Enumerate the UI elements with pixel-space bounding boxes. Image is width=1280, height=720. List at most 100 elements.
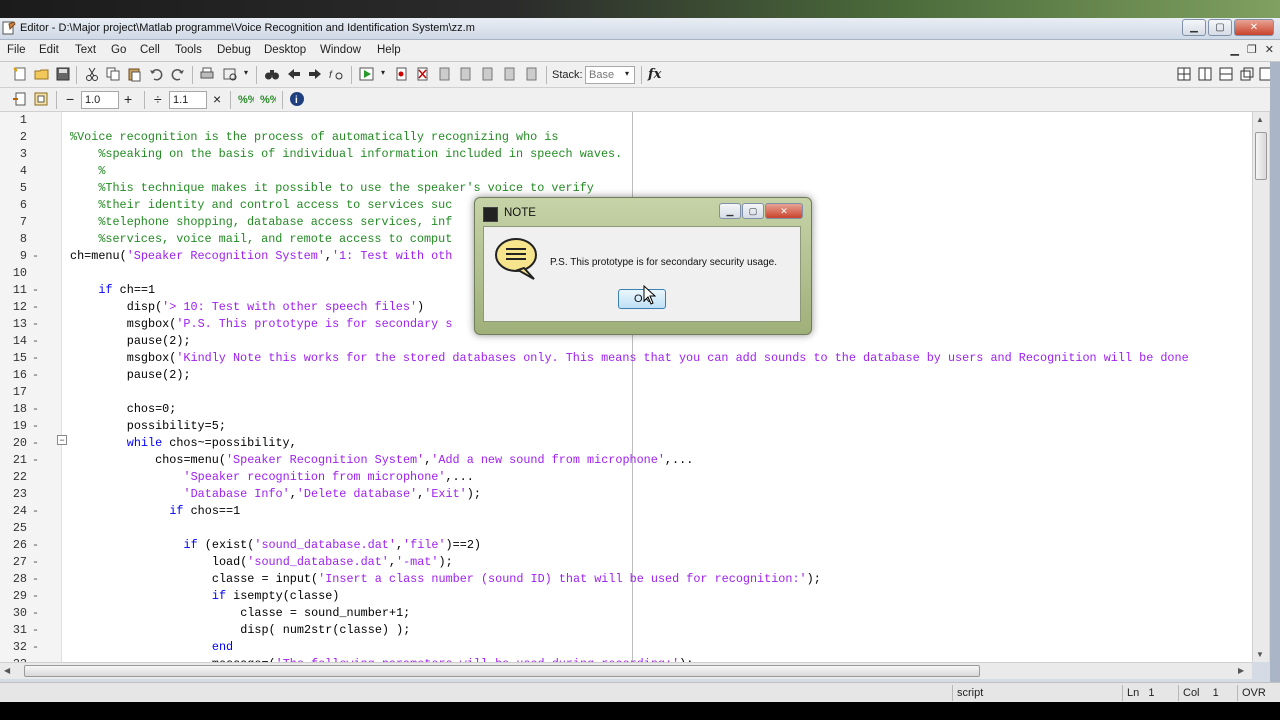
tile-vertical-icon[interactable] xyxy=(1197,66,1213,82)
menu-debug[interactable]: Debug xyxy=(217,44,251,56)
code-text[interactable]: %services, voice mail, and remote access… xyxy=(70,231,452,248)
code-text[interactable]: %their identity and control access to se… xyxy=(70,197,452,214)
multiply-button[interactable]: × xyxy=(213,91,221,107)
code-text[interactable]: msgbox('P.S. This prototype is for secon… xyxy=(70,316,453,333)
code-line[interactable]: 25 xyxy=(0,520,1252,537)
breakpoint-marker[interactable]: - xyxy=(32,367,40,384)
new-file-icon[interactable] xyxy=(12,66,28,82)
back-arrow-icon[interactable] xyxy=(286,66,302,82)
breakpoint-marker[interactable]: - xyxy=(32,622,40,639)
breakpoint-marker[interactable]: - xyxy=(32,401,40,418)
menu-text[interactable]: Text xyxy=(75,44,96,56)
code-text[interactable]: pause(2); xyxy=(70,367,191,384)
code-line[interactable]: 14- pause(2); xyxy=(0,333,1252,350)
fold-toggle-icon[interactable]: − xyxy=(57,435,67,445)
copy-icon[interactable] xyxy=(105,66,121,82)
code-line[interactable]: 32- end xyxy=(0,639,1252,656)
forward-arrow-icon[interactable] xyxy=(307,66,323,82)
code-line[interactable]: 26- if (exist('sound_database.dat','file… xyxy=(0,537,1252,554)
breakpoint-marker[interactable]: - xyxy=(32,333,40,350)
code-text[interactable]: if isempty(classe) xyxy=(70,588,340,605)
maximize-button[interactable]: ▢ xyxy=(1208,19,1232,36)
find-binoculars-icon[interactable] xyxy=(264,66,280,82)
undo-icon[interactable] xyxy=(148,66,164,82)
breakpoint-marker[interactable]: - xyxy=(32,435,40,452)
code-line[interactable]: 29- if isempty(classe) xyxy=(0,588,1252,605)
dropdown-arrow-icon[interactable]: ▾ xyxy=(244,68,248,77)
code-line[interactable]: 3 %speaking on the basis of individual i… xyxy=(0,146,1252,163)
cut-icon[interactable] xyxy=(84,66,100,82)
menu-edit[interactable]: Edit xyxy=(39,44,59,56)
horizontal-scroll-thumb[interactable] xyxy=(24,665,980,677)
code-line[interactable]: 20- while chos~=possibility, xyxy=(0,435,1252,452)
dialog-close-button[interactable]: ✕ xyxy=(765,203,803,219)
dialog-maximize-button[interactable]: ▢ xyxy=(742,203,764,219)
code-text[interactable]: classe = sound_number+1; xyxy=(70,605,410,622)
insert-cell-icon[interactable] xyxy=(12,91,28,107)
breakpoint-marker[interactable]: - xyxy=(32,248,40,265)
breakpoint-marker[interactable]: - xyxy=(32,418,40,435)
menu-window[interactable]: Window xyxy=(320,44,361,56)
breakpoint-marker[interactable]: - xyxy=(32,537,40,554)
code-line[interactable]: 15- msgbox('Kindly Note this works for t… xyxy=(0,350,1252,367)
run-icon[interactable] xyxy=(359,66,375,82)
clear-breakpoints-icon[interactable] xyxy=(415,66,431,82)
print-preview-icon[interactable] xyxy=(222,66,238,82)
redo-icon[interactable] xyxy=(170,66,186,82)
increment-value-input[interactable]: 1.0 xyxy=(81,91,119,109)
scroll-right-arrow-icon[interactable]: ▶ xyxy=(1238,666,1244,675)
code-text[interactable]: % xyxy=(70,163,105,180)
code-text[interactable]: possibility=5; xyxy=(70,418,226,435)
scroll-up-arrow-icon[interactable]: ▲ xyxy=(1256,115,1264,124)
exit-debug-icon[interactable] xyxy=(524,66,540,82)
code-text[interactable]: %telephone shopping, database access ser… xyxy=(70,214,452,231)
code-line[interactable]: 27- load('sound_database.dat','-mat'); xyxy=(0,554,1252,571)
breakpoint-marker[interactable]: - xyxy=(32,299,40,316)
show-cell-titles-icon[interactable]: %% xyxy=(238,91,258,107)
set-breakpoint-icon[interactable] xyxy=(394,66,410,82)
code-line[interactable]: 22 'Speaker recognition from microphone'… xyxy=(0,469,1252,486)
code-line[interactable]: 2 %Voice recognition is the process of au… xyxy=(0,129,1252,146)
code-line[interactable]: 17 xyxy=(0,384,1252,401)
divide-button[interactable]: ÷ xyxy=(154,91,162,107)
open-folder-icon[interactable] xyxy=(34,66,50,82)
code-line[interactable]: 5 %This technique makes it possible to u… xyxy=(0,180,1252,197)
code-editor[interactable]: 1 2 %Voice recognition is the process of a… xyxy=(0,112,1252,662)
code-text[interactable]: %This technique makes it possible to use… xyxy=(70,180,594,197)
info-icon[interactable]: i xyxy=(289,91,305,107)
code-text[interactable]: chos=menu('Speaker Recognition System','… xyxy=(70,452,693,469)
code-text[interactable]: msgbox('Kindly Note this works for the s… xyxy=(70,350,1189,367)
code-area[interactable]: 1 2 %Voice recognition is the process of a… xyxy=(0,112,1252,662)
code-line[interactable]: 23 'Database Info','Delete database','Ex… xyxy=(0,486,1252,503)
step-in-icon[interactable] xyxy=(458,66,474,82)
multiplier-value-input[interactable]: 1.1 xyxy=(169,91,207,109)
print-icon[interactable] xyxy=(199,66,215,82)
step-out-icon[interactable] xyxy=(480,66,496,82)
note-dialog[interactable]: NOTE ▁ ▢ ✕ P.S. This prototype is for se… xyxy=(474,197,812,335)
menu-cell[interactable]: Cell xyxy=(140,44,160,56)
decrement-button[interactable]: − xyxy=(66,91,74,107)
breakpoint-marker[interactable]: - xyxy=(32,503,40,520)
run-dropdown-arrow-icon[interactable]: ▾ xyxy=(381,68,385,77)
close-button[interactable]: ✕ xyxy=(1234,19,1274,36)
code-text[interactable]: disp('> 10: Test with other speech files… xyxy=(70,299,424,316)
code-text[interactable]: chos=0; xyxy=(70,401,177,418)
code-line[interactable]: 4 % xyxy=(0,163,1252,180)
code-text[interactable]: pause(2); xyxy=(70,333,191,350)
code-text[interactable]: if chos==1 xyxy=(70,503,240,520)
mdi-restore-icon[interactable]: ❐ xyxy=(1247,43,1257,56)
scroll-down-arrow-icon[interactable]: ▼ xyxy=(1256,650,1264,659)
breakpoint-marker[interactable]: - xyxy=(32,639,40,656)
menu-help[interactable]: Help xyxy=(377,44,401,56)
function-browser-icon[interactable]: f xyxy=(328,66,344,82)
tile-grid-icon[interactable] xyxy=(1176,66,1192,82)
minimize-button[interactable]: ▁ xyxy=(1182,19,1206,36)
breakpoint-marker[interactable]: - xyxy=(32,588,40,605)
tile-horizontal-icon[interactable] xyxy=(1218,66,1234,82)
code-text[interactable]: disp( num2str(classe) ); xyxy=(70,622,410,639)
code-line[interactable]: 24- if chos==1 xyxy=(0,503,1252,520)
code-line[interactable]: 18- chos=0; xyxy=(0,401,1252,418)
menu-desktop[interactable]: Desktop xyxy=(264,44,306,56)
fx-function-button[interactable]: fx xyxy=(648,67,661,82)
code-text[interactable]: end xyxy=(70,639,233,656)
